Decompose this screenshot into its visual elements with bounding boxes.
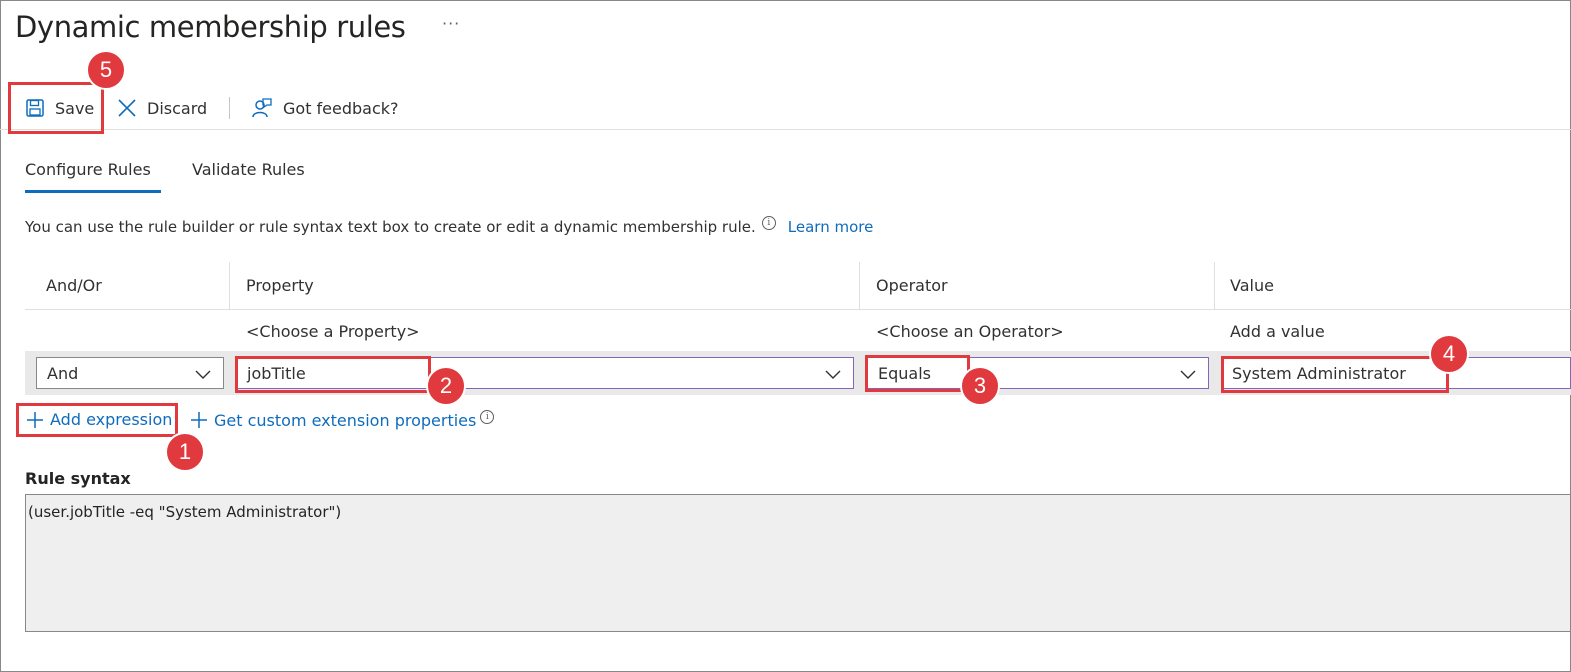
discard-icon — [118, 99, 136, 117]
and-or-value: And — [47, 363, 79, 383]
plus-icon — [191, 412, 207, 428]
feedback-label: Got feedback? — [283, 98, 399, 118]
callout-badge-1: 1 — [165, 432, 205, 472]
column-header-property: Property — [246, 276, 314, 295]
chevron-down-icon — [1180, 370, 1196, 379]
tab-validate-rules[interactable]: Validate Rules — [192, 160, 305, 179]
column-header-operator: Operator — [876, 276, 948, 295]
column-divider — [229, 262, 230, 310]
property-placeholder: <Choose a Property> — [246, 322, 420, 341]
rule-syntax-label: Rule syntax — [25, 469, 131, 488]
active-tab-indicator — [25, 190, 161, 193]
column-header-and-or: And/Or — [46, 276, 102, 295]
command-bar-divider — [0, 129, 1571, 130]
callout-box-add-expression — [16, 403, 178, 437]
callout-badge-3: 3 — [960, 366, 1000, 406]
chevron-down-icon — [195, 370, 211, 379]
intro-text-line: You can use the rule builder or rule syn… — [25, 216, 873, 238]
discard-button[interactable]: Discard — [117, 88, 207, 128]
discard-label: Discard — [147, 98, 208, 118]
column-header-value: Value — [1230, 276, 1274, 295]
info-icon[interactable]: i — [480, 410, 495, 424]
column-divider — [1214, 262, 1215, 310]
feedback-button[interactable]: Got feedback? — [251, 88, 399, 128]
and-or-dropdown[interactable]: And — [36, 357, 224, 389]
operator-placeholder: <Choose an Operator> — [876, 322, 1064, 341]
callout-box-save — [8, 82, 104, 134]
callout-badge-5: 5 — [86, 50, 126, 90]
feedback-icon — [252, 98, 272, 118]
get-custom-extension-label: Get custom extension properties — [214, 410, 477, 430]
tab-configure-rules[interactable]: Configure Rules — [25, 160, 151, 179]
callout-box-value — [1221, 356, 1449, 393]
learn-more-link[interactable]: Learn more — [788, 218, 874, 236]
rule-syntax-textbox[interactable]: (user.jobTitle -eq "System Administrator… — [25, 494, 1571, 632]
info-icon[interactable]: i — [761, 216, 776, 230]
value-placeholder: Add a value — [1230, 322, 1325, 341]
column-divider — [859, 262, 860, 310]
more-options-button[interactable]: ··· — [442, 14, 460, 33]
intro-text: You can use the rule builder or rule syn… — [25, 218, 756, 236]
chevron-down-icon — [825, 370, 841, 379]
callout-badge-2: 2 — [426, 366, 466, 406]
page-title: Dynamic membership rules — [15, 10, 406, 44]
get-custom-extension-link[interactable]: Get custom extension properties i — [190, 410, 495, 430]
callout-badge-4: 4 — [1429, 334, 1469, 374]
callout-box-operator — [865, 355, 970, 392]
toolbar-divider — [229, 97, 230, 119]
callout-box-property — [235, 356, 431, 393]
command-bar: Save Discard Got feedback? — [0, 88, 1571, 128]
